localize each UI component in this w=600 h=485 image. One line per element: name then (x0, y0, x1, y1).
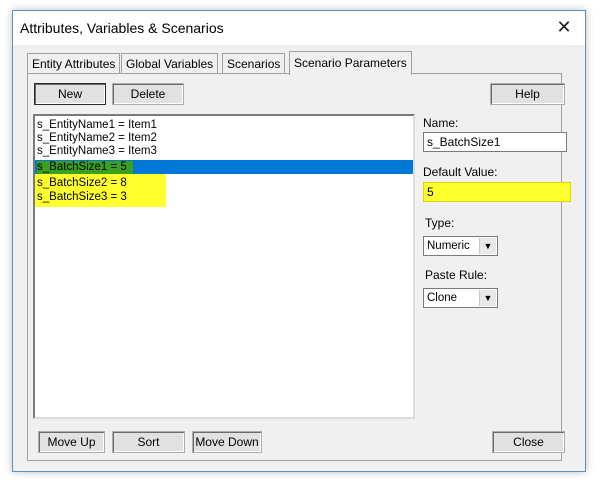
paste-rule-select[interactable]: Clone ▼ (423, 288, 498, 308)
tab-scenarios[interactable]: Scenarios (222, 53, 286, 74)
tab-global-variables[interactable]: Global Variables (121, 53, 219, 74)
title-bar: Attributes, Variables & Scenarios ✕ (13, 11, 585, 45)
list-item-selected[interactable]: s_BatchSize1 = 5 (37, 161, 133, 174)
list-item[interactable]: s_BatchSize3 = 3 (37, 191, 127, 204)
chevron-down-icon[interactable]: ▼ (479, 238, 496, 254)
paste-rule-label: Paste Rule: (425, 268, 488, 282)
sort-button[interactable]: Sort (112, 431, 185, 453)
help-button[interactable]: Help (490, 83, 565, 105)
type-label: Type: (425, 216, 455, 230)
type-select-value: Numeric (427, 240, 470, 252)
type-select[interactable]: Numeric ▼ (423, 236, 498, 256)
window-title: Attributes, Variables & Scenarios (20, 20, 224, 36)
list-item[interactable]: s_EntityName1 = Item1 (37, 119, 157, 132)
new-button[interactable]: New (34, 83, 106, 105)
close-icon[interactable]: ✕ (549, 13, 579, 41)
tab-scenario-parameters[interactable]: Scenario Parameters (289, 51, 412, 75)
list-item[interactable]: s_EntityName3 = Item3 (37, 145, 157, 158)
chevron-down-icon[interactable]: ▼ (479, 290, 496, 306)
name-field[interactable]: s_BatchSize1 (423, 132, 567, 152)
name-label: Name: (423, 116, 459, 130)
move-up-button[interactable]: Move Up (38, 431, 105, 453)
list-item[interactable]: s_BatchSize2 = 8 (37, 177, 127, 190)
close-button[interactable]: Close (492, 431, 565, 453)
default-value-label: Default Value: (423, 165, 498, 179)
list-item[interactable]: s_EntityName2 = Item2 (37, 132, 157, 145)
parameter-list[interactable]: s_EntityName1 = Item1 s_EntityName2 = It… (33, 114, 415, 419)
tab-entity-attributes[interactable]: Entity Attributes (27, 53, 121, 74)
delete-button[interactable]: Delete (112, 83, 184, 105)
paste-rule-select-value: Clone (427, 292, 458, 304)
move-down-button[interactable]: Move Down (192, 431, 262, 453)
default-value-field[interactable]: 5 (423, 182, 571, 202)
